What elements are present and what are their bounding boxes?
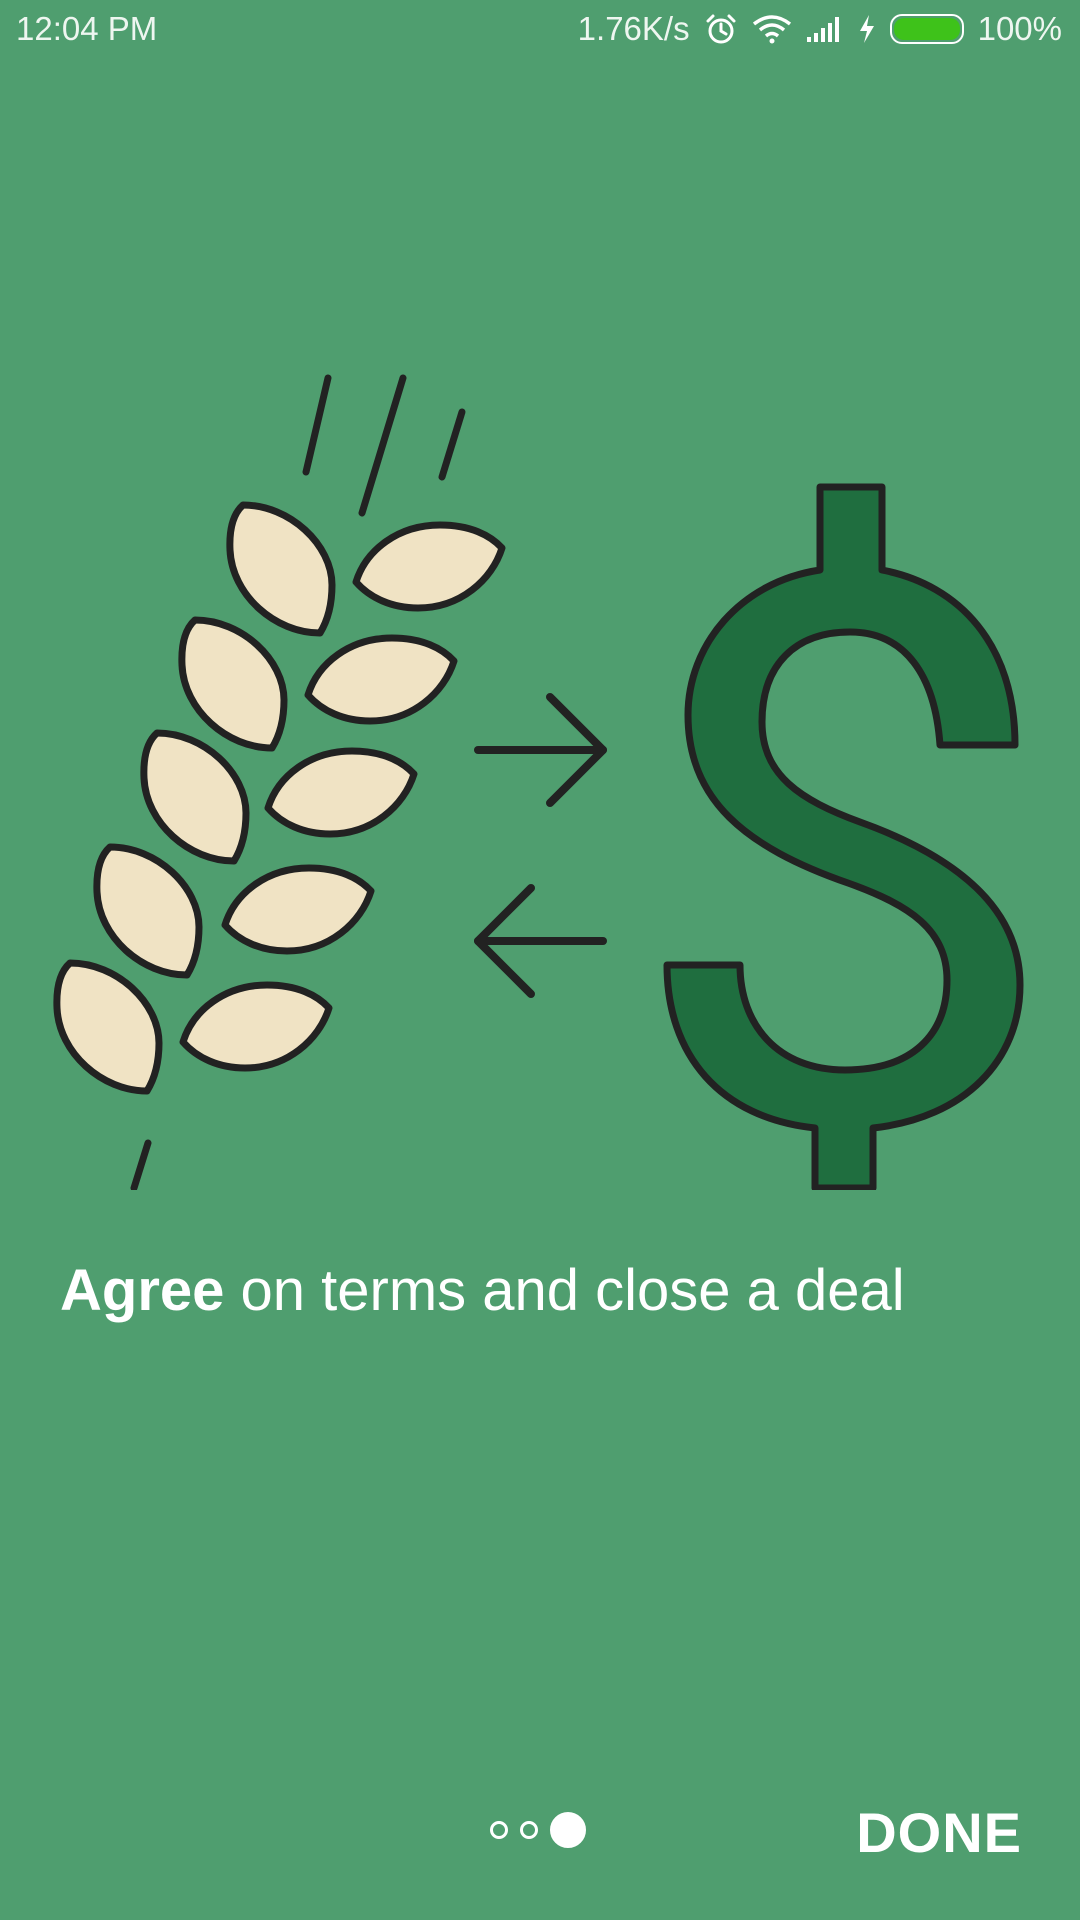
battery-percent: 100% xyxy=(977,10,1062,47)
status-icons: 1.76K/s 100% xyxy=(578,10,1062,48)
done-button[interactable]: DONE xyxy=(856,1800,1022,1865)
network-speed: 1.76K/s xyxy=(577,10,690,47)
page-indicator xyxy=(490,1812,586,1848)
illustration xyxy=(53,374,1024,1190)
status-time: 12:04 PM xyxy=(16,10,158,47)
wheat-icon xyxy=(53,374,506,1190)
caption-text: on terms and close a deal xyxy=(224,1258,905,1323)
charging-icon xyxy=(858,14,876,44)
status-bar: 12:04 PM 1.76K/s 100% xyxy=(0,0,1080,62)
arrow-left-icon xyxy=(474,884,607,998)
alarm-icon xyxy=(704,12,738,46)
onboarding-caption: Agree on terms and close a deal xyxy=(60,1255,905,1327)
arrow-right-icon xyxy=(474,693,607,807)
page-dot-1[interactable] xyxy=(490,1821,508,1839)
dollar-icon xyxy=(663,483,1024,1190)
page-dot-3-active[interactable] xyxy=(550,1812,586,1848)
wifi-icon xyxy=(752,14,792,44)
page-dot-2[interactable] xyxy=(520,1821,538,1839)
signal-icon xyxy=(806,15,844,43)
caption-bold-word: Agree xyxy=(60,1258,225,1323)
battery-icon xyxy=(889,14,964,44)
